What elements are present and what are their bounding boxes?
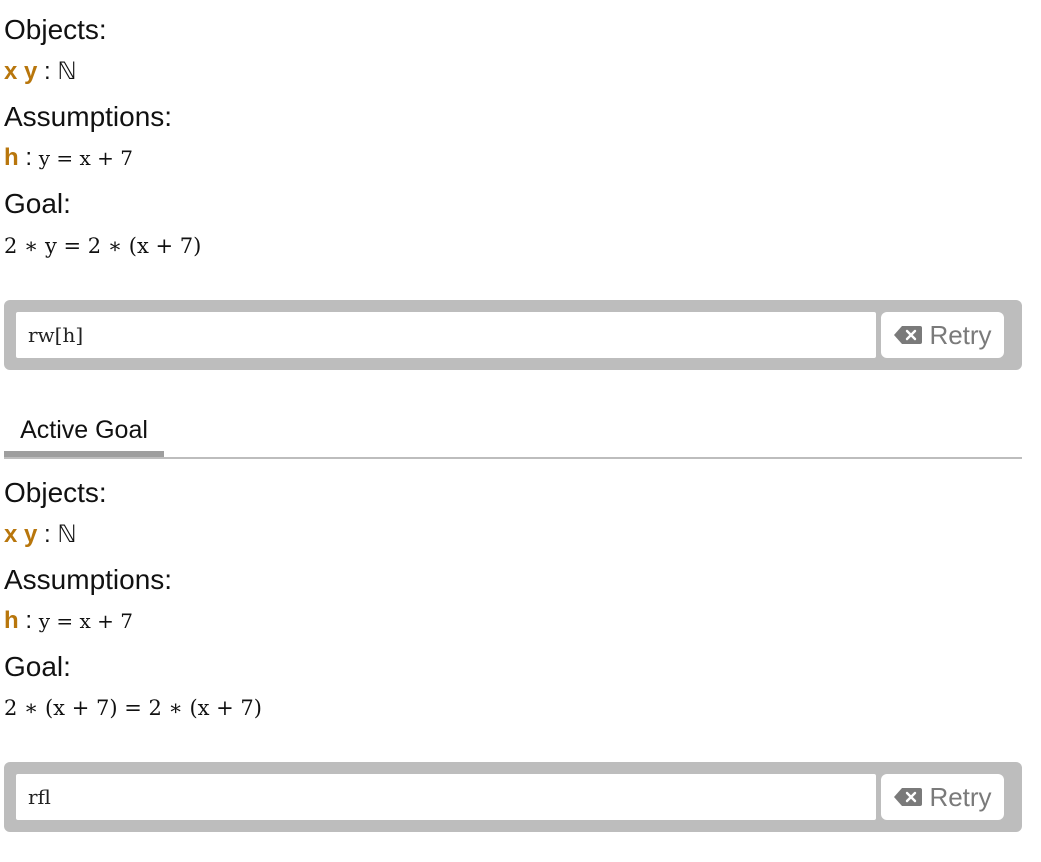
hypothesis-row: h : y = x + 7: [4, 143, 133, 173]
tab-bar: Active Goal: [4, 404, 1022, 460]
object-type: ℕ: [57, 521, 77, 548]
retry-button[interactable]: Retry: [881, 774, 1004, 820]
object-vars: x y: [4, 58, 38, 85]
goal-statement: 2 ∗ (x + 7) = 2 ∗ (x + 7): [4, 696, 262, 720]
hypothesis-name: h: [4, 607, 19, 634]
retry-button[interactable]: Retry: [881, 312, 1004, 358]
object-type: ℕ: [57, 58, 77, 85]
command-field[interactable]: rw[h]: [16, 312, 876, 358]
assumptions-heading: Assumptions:: [4, 564, 173, 595]
hypothesis-row: h : y = x + 7: [4, 606, 133, 636]
tab-label: Active Goal: [20, 415, 148, 444]
objects-row: x y : ℕ: [4, 57, 77, 87]
backspace-icon: [894, 326, 923, 344]
tab-active-goal[interactable]: Active Goal: [4, 404, 164, 456]
command-bar: rfl Retry: [4, 762, 1022, 832]
colon: :: [25, 607, 39, 634]
colon: :: [44, 58, 58, 85]
retry-label: Retry: [929, 319, 992, 350]
objects-heading: Objects:: [4, 477, 107, 508]
goal-heading: Goal:: [4, 188, 71, 219]
divider: [4, 457, 1022, 459]
goal-heading: Goal:: [4, 651, 71, 682]
hypothesis-statement: y = x + 7: [38, 146, 133, 170]
command-text: rfl: [28, 785, 51, 809]
retry-label: Retry: [929, 781, 992, 812]
command-bar: rw[h] Retry: [4, 300, 1022, 370]
objects-heading: Objects:: [4, 14, 107, 45]
hypothesis-name: h: [4, 144, 19, 171]
assumptions-heading: Assumptions:: [4, 101, 173, 132]
colon: :: [25, 144, 39, 171]
objects-row: x y : ℕ: [4, 520, 77, 550]
command-field[interactable]: rfl: [16, 774, 876, 820]
hypothesis-statement: y = x + 7: [38, 609, 133, 633]
command-text: rw[h]: [28, 323, 84, 347]
colon: :: [44, 521, 58, 548]
object-vars: x y: [4, 521, 38, 548]
goal-statement: 2 ∗ y = 2 ∗ (x + 7): [4, 234, 202, 258]
backspace-icon: [894, 788, 923, 806]
